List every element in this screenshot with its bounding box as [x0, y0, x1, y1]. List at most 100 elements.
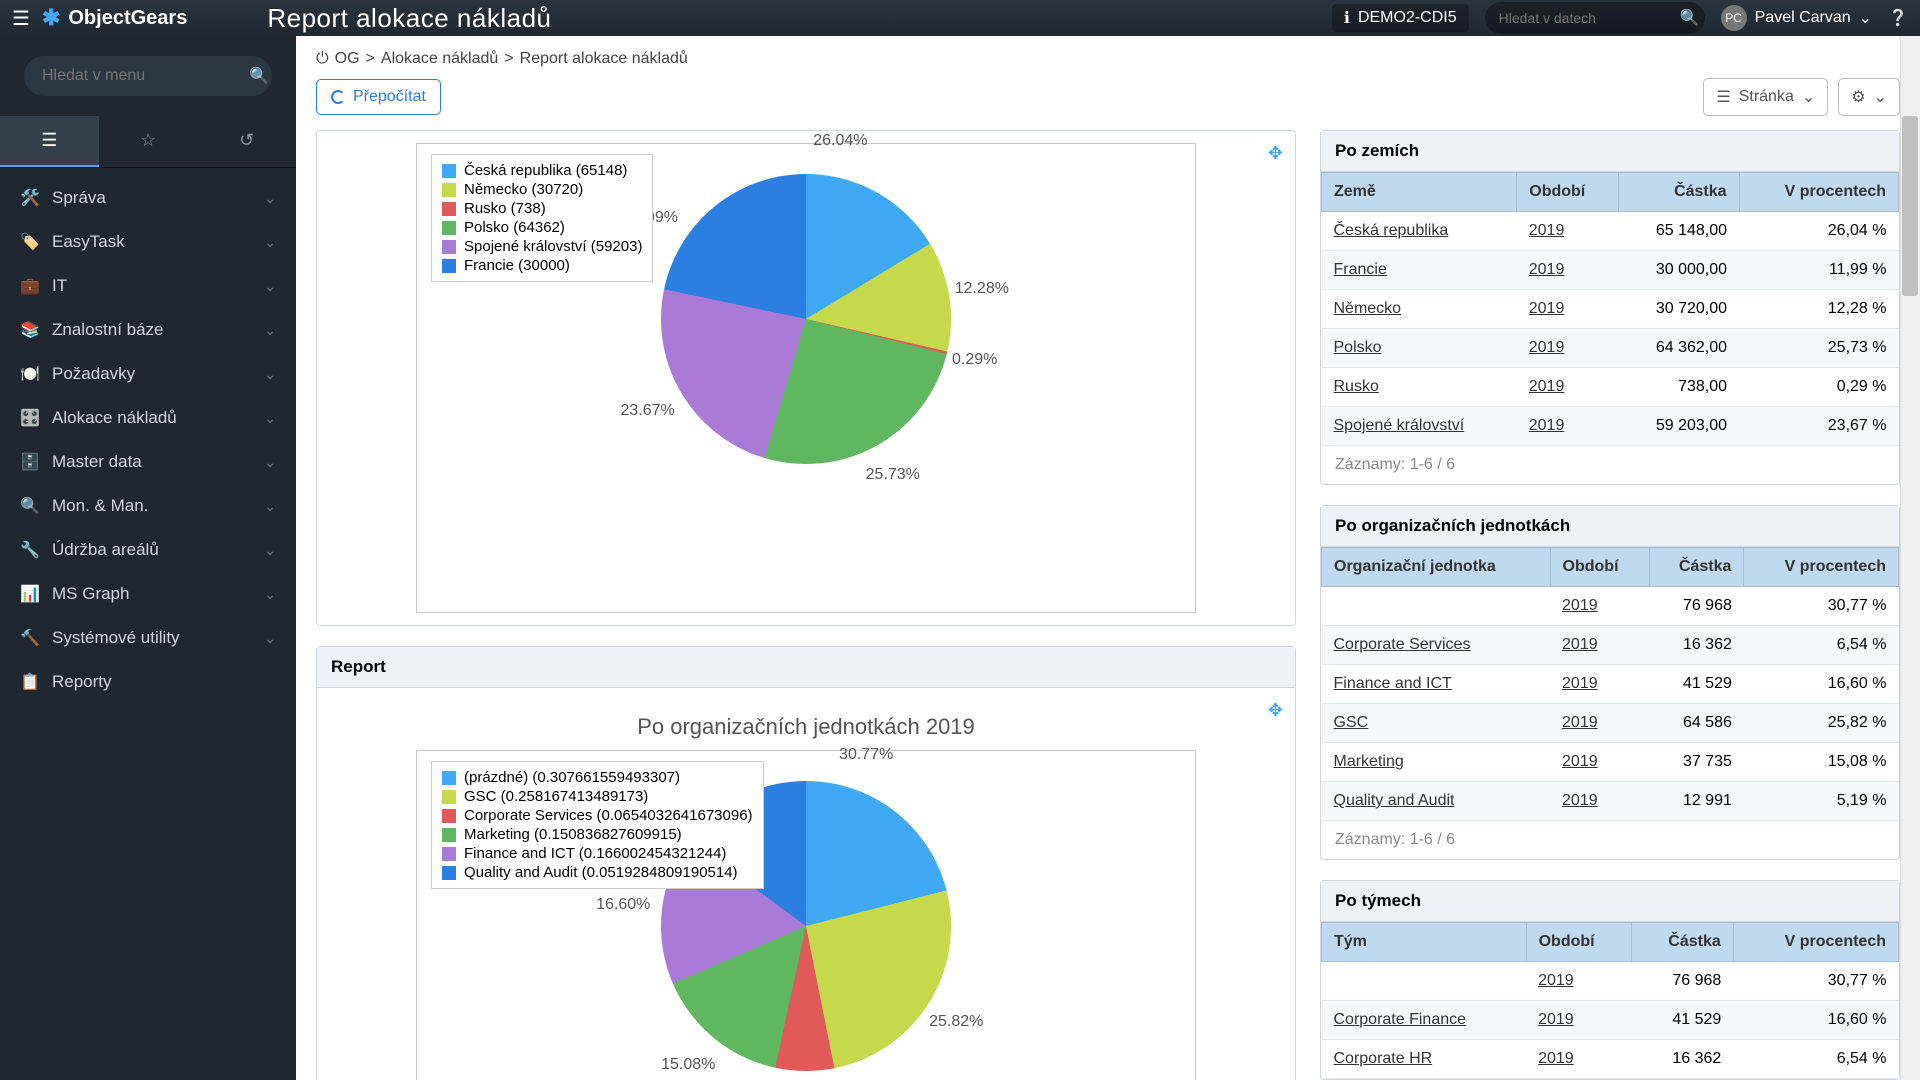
sidebar-item[interactable]: 📚 Znalostní báze ⌄	[0, 308, 296, 352]
global-search-input[interactable]	[1499, 10, 1680, 26]
tab-favorites[interactable]: ☆	[99, 116, 198, 167]
chevron-down-icon: ⌄	[264, 322, 276, 339]
legend-item[interactable]: (prázdné) (0.307661559493307)	[442, 768, 753, 787]
sidebar-item[interactable]: 🔨 Systémové utility ⌄	[0, 616, 296, 660]
power-icon[interactable]: ⏻	[316, 50, 329, 68]
legend-item[interactable]: Spojené království (59203)	[442, 237, 642, 256]
cell-link[interactable]: 2019	[1529, 222, 1565, 239]
scrollbar-thumb[interactable]	[1902, 116, 1918, 296]
table-title: Po organizačních jednotkách	[1321, 506, 1899, 547]
breadcrumb-root[interactable]: OG	[335, 50, 360, 68]
cell-link[interactable]: Corporate Finance	[1334, 1011, 1467, 1028]
sidebar-item[interactable]: 🔧 Údržba areálů ⌄	[0, 528, 296, 572]
sidebar-item[interactable]: 📋 Reporty	[0, 660, 296, 704]
sidebar-item[interactable]: 💼 IT ⌄	[0, 264, 296, 308]
cell-link[interactable]: 2019	[1562, 753, 1598, 770]
table-row: 201976 96830,77 %	[1322, 962, 1899, 1001]
sidebar-item[interactable]: 🏷️ EasyTask ⌄	[0, 220, 296, 264]
legend-item[interactable]: Marketing (0.150836827609915)	[442, 825, 753, 844]
column-header[interactable]: V procentech	[1739, 173, 1898, 212]
menu-toggle-icon[interactable]: ☰	[12, 6, 30, 31]
move-icon[interactable]: ✥	[1268, 143, 1283, 164]
column-header[interactable]: Tým	[1322, 923, 1527, 962]
cell-link[interactable]: Polsko	[1334, 339, 1382, 356]
sidebar-item[interactable]: 🎛️ Alokace nákladů ⌄	[0, 396, 296, 440]
table-row: Corporate HR201916 3626,54 %	[1322, 1040, 1899, 1079]
cell-link[interactable]: Spojené království	[1334, 417, 1465, 434]
cell-link[interactable]: 2019	[1562, 636, 1598, 653]
cell-link[interactable]: Německo	[1334, 300, 1402, 317]
cell-link[interactable]: Corporate Services	[1334, 636, 1471, 653]
cell-link[interactable]: 2019	[1529, 417, 1565, 434]
chevron-down-icon: ⌄	[264, 630, 276, 647]
cell-link[interactable]: 2019	[1538, 1050, 1574, 1067]
sidebar-item[interactable]: 📊 MS Graph ⌄	[0, 572, 296, 616]
menu-search[interactable]: 🔍	[24, 56, 272, 96]
scrollbar[interactable]	[1900, 36, 1920, 1080]
legend-swatch	[442, 240, 456, 254]
legend-item[interactable]: Česká republika (65148)	[442, 161, 642, 180]
nav-icon: 💼	[20, 276, 40, 296]
cell-link[interactable]: 2019	[1538, 1011, 1574, 1028]
cell-link[interactable]: 2019	[1562, 597, 1598, 614]
page-dropdown[interactable]: ☰ Stránka ⌄	[1703, 78, 1828, 116]
cell-link[interactable]: Rusko	[1334, 378, 1379, 395]
tab-history[interactable]: ↺	[197, 116, 296, 167]
global-search[interactable]: 🔍	[1485, 2, 1705, 34]
cell-link[interactable]: Finance and ICT	[1334, 675, 1452, 692]
chevron-down-icon: ⌄	[1802, 87, 1815, 107]
cell-link[interactable]: 2019	[1562, 675, 1598, 692]
cell-link[interactable]: Corporate HR	[1334, 1050, 1433, 1067]
cell-link[interactable]: 2019	[1562, 792, 1598, 809]
move-icon[interactable]: ✥	[1268, 700, 1283, 721]
column-header[interactable]: Období	[1517, 173, 1619, 212]
legend-item[interactable]: Polsko (64362)	[442, 218, 642, 237]
legend-item[interactable]: Finance and ICT (0.166002454321244)	[442, 844, 753, 863]
tab-menu[interactable]: ☰	[0, 116, 99, 167]
sidebar-item[interactable]: 🛠️ Správa ⌄	[0, 176, 296, 220]
legend-swatch	[442, 164, 456, 178]
cell-link[interactable]: GSC	[1334, 714, 1369, 731]
cell-link[interactable]: Marketing	[1334, 753, 1404, 770]
column-header[interactable]: Částka	[1632, 923, 1733, 962]
column-header[interactable]: Období	[1526, 923, 1632, 962]
column-header[interactable]: Částka	[1619, 173, 1739, 212]
column-header[interactable]: V procentech	[1744, 548, 1899, 587]
app-logo[interactable]: ✱ ObjectGears	[42, 5, 187, 31]
column-header[interactable]: Organizační jednotka	[1322, 548, 1551, 587]
menu-search-input[interactable]	[42, 67, 249, 85]
cell-link[interactable]: 2019	[1562, 714, 1598, 731]
cell-link[interactable]: 2019	[1529, 339, 1565, 356]
column-header[interactable]: V procentech	[1733, 923, 1898, 962]
sidebar-item[interactable]: 🔍 Mon. & Man. ⌄	[0, 484, 296, 528]
legend-item[interactable]: GSC (0.258167413489173)	[442, 787, 753, 806]
cell-link[interactable]: Česká republika	[1334, 222, 1449, 239]
legend-item[interactable]: Quality and Audit (0.0519284809190514)	[442, 863, 753, 882]
cell-link[interactable]: Francie	[1334, 261, 1387, 278]
sidebar-item[interactable]: 🗄️ Master data ⌄	[0, 440, 296, 484]
sidebar-item[interactable]: 🍽️ Požadavky ⌄	[0, 352, 296, 396]
legend-item[interactable]: Rusko (738)	[442, 199, 642, 218]
environment-badge[interactable]: ℹ DEMO2-CDI5	[1332, 4, 1469, 32]
table-row: Marketing201937 73515,08 %	[1322, 743, 1899, 782]
help-icon[interactable]: ❔	[1888, 8, 1908, 28]
legend-item[interactable]: Corporate Services (0.0654032641673096)	[442, 806, 753, 825]
cell-link[interactable]: 2019	[1538, 972, 1574, 989]
legend-swatch	[442, 790, 456, 804]
cell-link[interactable]: 2019	[1529, 261, 1565, 278]
column-header[interactable]: Období	[1550, 548, 1649, 587]
column-header[interactable]: Částka	[1649, 548, 1744, 587]
cell-link[interactable]: 2019	[1529, 300, 1565, 317]
legend-item[interactable]: Francie (30000)	[442, 256, 642, 275]
recalculate-button[interactable]: Přepočítat	[316, 79, 441, 115]
breadcrumb-mid[interactable]: Alokace nákladů	[381, 50, 498, 68]
nav-icon: 📋	[20, 672, 40, 692]
legend-item[interactable]: Německo (30720)	[442, 180, 642, 199]
cell-link[interactable]: Quality and Audit	[1334, 792, 1455, 809]
chart-legend: Česká republika (65148)Německo (30720)Ru…	[431, 154, 653, 282]
settings-dropdown[interactable]: ⚙ ⌄	[1838, 78, 1900, 116]
user-menu[interactable]: PC Pavel Carvan ⌄ ❔	[1721, 5, 1908, 31]
cell-link[interactable]: 2019	[1529, 378, 1565, 395]
column-header[interactable]: Země	[1322, 173, 1517, 212]
legend-swatch	[442, 771, 456, 785]
